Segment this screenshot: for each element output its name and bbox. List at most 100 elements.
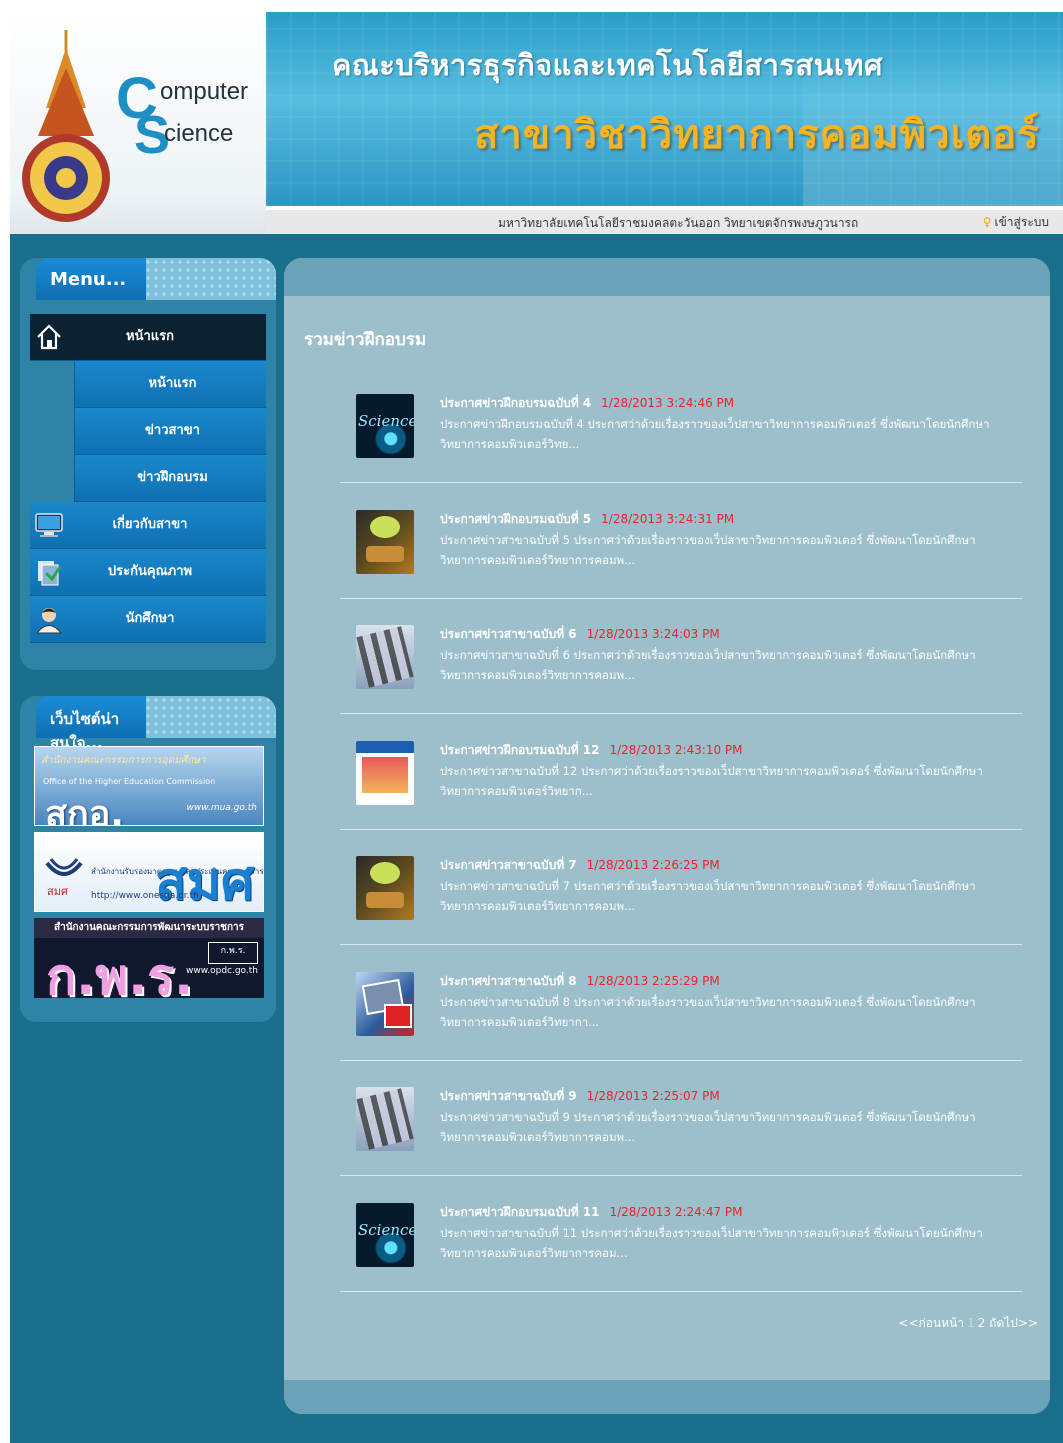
news-title-link[interactable]: ประกาศข่าวสาขาฉบับที่ 8 (440, 974, 577, 988)
news-description: ประกาศข่าวสาขาฉบับที่ 7 ประกาศว่าด้วยเรื… (440, 879, 976, 913)
svg-text:สมศ: สมศ (47, 885, 68, 898)
news-item: ประกาศข่าวสาขาฉบับที่ 7 1/28/2013 2:26:25… (340, 830, 1022, 945)
logo-text-computer: omputer (160, 78, 249, 105)
menu-header-pattern (136, 258, 276, 300)
menu-item-label: ประกันคุณภาพ (107, 564, 193, 579)
links-header-pattern (136, 696, 276, 738)
document-icon (38, 561, 62, 586)
submenu-item-department-news[interactable]: ข่าวสาขา (74, 408, 266, 455)
login-label: เข้าสู่ระบบ (994, 215, 1050, 229)
page-frame: C omputer S cience คณะบริหารธุรกิจและเทค… (10, 12, 1063, 1443)
menu-item-label: หน้าแรก (126, 329, 174, 344)
news-thumbnail[interactable] (356, 509, 414, 574)
news-date: 1/28/2013 2:26:25 PM (586, 858, 720, 872)
news-item: Science ประกาศข่าวฝึกอบรมฉบับที่ 4 1/28/20… (340, 368, 1022, 483)
opdc-title: สำนักงานคณะกรรมการพัฒนาระบบราชการ (34, 918, 264, 938)
news-title-row: ประกาศข่าวสาขาฉบับที่ 6 1/28/2013 3:24:03… (440, 625, 720, 644)
news-item: ประกาศข่าวสาขาฉบับที่ 6 1/28/2013 3:24:03… (340, 599, 1022, 714)
news-item: ประกาศข่าวฝึกอบรมฉบับที่ 12 1/28/2013 2:4… (340, 715, 1022, 830)
news-date: 1/28/2013 2:25:29 PM (586, 973, 720, 988)
menu-item-quality-assurance[interactable]: ประกันคุณภาพ (30, 549, 266, 596)
onesqa-banner-link[interactable]: สมศ สำนักงานรับรองมาตรฐานและประเมินคุณภา… (34, 832, 264, 912)
news-description: ประกาศข่าวฝึกอบรมฉบับที่ 4 ประกาศว่าด้วย… (440, 417, 990, 451)
home-icon (37, 324, 61, 350)
news-item: ประกาศข่าวสาขาฉบับที่ 8 1/28/2013 2:25:29… (340, 946, 1022, 1061)
news-item: ประกาศข่าวฝึกอบรมฉบับที่ 5 1/28/2013 3:24… (340, 484, 1022, 599)
news-title-link[interactable]: ประกาศข่าวฝึกอบรมฉบับที่ 5 (440, 512, 591, 526)
monitor-icon (35, 513, 63, 537)
main-content: รวมข่าวฝึกอบรม Science ประกาศข่าวฝึกอบรมฉ… (284, 258, 1050, 1414)
menu-list: หน้าแรก หน้าแรก ข่าวสาขา ข่าวฝึกอบรม เกี… (30, 314, 266, 643)
news-thumbnail[interactable] (356, 740, 414, 805)
onesqa-url: http://www.onesqa.or.th (91, 891, 199, 901)
site-header: C omputer S cience คณะบริหารธุรกิจและเทค… (10, 12, 1063, 234)
news-title-link[interactable]: ประกาศข่าวสาขาฉบับที่ 6 (440, 627, 577, 641)
news-date: 1/28/2013 3:24:31 PM (601, 511, 735, 526)
news-description: ประกาศข่าวสาขาฉบับที่ 9 ประกาศว่าด้วยเรื… (440, 1110, 976, 1144)
news-date: 1/28/2013 3:24:03 PM (586, 627, 720, 641)
menu-item-label: ข่าวสาขา (145, 423, 200, 438)
opdc-badge: ก.พ.ร. (208, 942, 258, 964)
info-bar: มหาวิทยาลัยเทคโนโลยีราชมงคลตะวันออก วิทย… (266, 210, 1063, 234)
news-title-link[interactable]: ประกาศข่าวฝึกอบรมฉบับที่ 12 (440, 743, 599, 757)
login-link[interactable]: ♀ เข้าสู่ระบบ (983, 213, 1049, 232)
news-description: ประกาศข่าวสาขาฉบับที่ 11 ประกาศว่าด้วยเร… (440, 1225, 983, 1260)
news-date: 1/28/2013 2:43:10 PM (609, 742, 743, 757)
ohec-title: สำนักงานคณะกรรมการการอุดมศึกษา (41, 755, 206, 766)
content-top-bar (284, 258, 1050, 296)
news-title-row: ประกาศข่าวฝึกอบรมฉบับที่ 5 1/28/2013 3:24… (440, 510, 734, 529)
logo-text-science: cience (164, 120, 234, 147)
onesqa-logo: สมศ (45, 858, 83, 898)
news-thumbnail[interactable] (356, 625, 414, 689)
thumbnail-text: Science (358, 1220, 414, 1239)
ohec-banner-link[interactable]: สำนักงานคณะกรรมการการอุดมศึกษา Office of… (34, 746, 264, 826)
section-title: รวมข่าวฝึกอบรม (304, 330, 427, 350)
pagination: <<ก่อนหน้า 1 2 ถัดไป>> (898, 1314, 1038, 1333)
menu-item-about[interactable]: เกี่ยวกับสาขา (30, 502, 266, 549)
news-title-row: ประกาศข่าวสาขาฉบับที่ 9 1/28/2013 2:25:07… (440, 1087, 720, 1106)
news-thumbnail[interactable]: Science (356, 394, 414, 458)
prev-page-link[interactable]: <<ก่อนหน้า (898, 1316, 964, 1330)
links-header: เว็บไซต์น่าสนใจ... (36, 696, 146, 752)
current-page: 1 (967, 1316, 975, 1330)
menu-item-home[interactable]: หน้าแรก (30, 314, 266, 361)
onesqa-abbrev: สมศ (155, 852, 255, 912)
submenu-item-home[interactable]: หน้าแรก (74, 361, 266, 408)
opdc-banner-link[interactable]: สำนักงานคณะกรรมการพัฒนาระบบราชการ ก.พ.ร.… (34, 918, 264, 998)
news-description: ประกาศข่าวสาขาฉบับที่ 5 ประกาศว่าด้วยเรื… (440, 532, 976, 567)
news-title-link[interactable]: ประกาศข่าวสาขาฉบับที่ 9 (440, 1089, 577, 1103)
banner-faculty-title: คณะบริหารธุรกิจและเทคโนโลยีสารสนเทศ (332, 48, 883, 82)
news-thumbnail[interactable]: Science (356, 1202, 414, 1267)
opdc-abbrev: ก.พ.ร. (46, 948, 194, 998)
menu-item-label: เกี่ยวกับสาขา (112, 517, 188, 532)
key-icon: ♀ (982, 215, 992, 229)
news-title-row: ประกาศข่าวฝึกอบรมฉบับที่ 11 1/28/2013 2:2… (440, 1203, 743, 1222)
news-title-row: ประกาศข่าวฝึกอบรมฉบับที่ 12 1/28/2013 2:4… (440, 741, 743, 760)
header-banner: คณะบริหารธุรกิจและเทคโนโลยีสารสนเทศ สาขา… (266, 12, 1063, 206)
logo-area: C omputer S cience (10, 12, 266, 234)
page-2-link[interactable]: 2 (978, 1316, 986, 1330)
news-description: ประกาศข่าวสาขาฉบับที่ 12 ประกาศว่าด้วยเร… (440, 763, 983, 798)
news-title-row: ประกาศข่าวสาขาฉบับที่ 7 1/28/2013 2:26:25… (440, 856, 720, 875)
news-title-row: ประกาศข่าวสาขาฉบับที่ 8 1/28/2013 2:25:29… (440, 972, 720, 991)
menu-item-label: นักศึกษา (125, 611, 175, 626)
submenu-item-training-news[interactable]: ข่าวฝึกอบรม (74, 455, 266, 502)
news-thumbnail[interactable] (356, 971, 414, 1036)
next-page-link[interactable]: ถัดไป>> (989, 1316, 1038, 1330)
news-date: 1/28/2013 2:24:47 PM (609, 1204, 743, 1219)
news-thumbnail[interactable] (356, 1087, 414, 1151)
submenu-indent (30, 361, 74, 502)
news-date: 1/28/2013 3:24:46 PM (601, 396, 735, 410)
interesting-websites-panel: เว็บไซต์น่าสนใจ... สำนักงานคณะกรรมการการ… (20, 696, 276, 1022)
menu-item-students[interactable]: นักศึกษา (30, 596, 266, 643)
university-seal-logo (22, 30, 110, 222)
news-thumbnail[interactable] (356, 856, 414, 920)
news-title-link[interactable]: ประกาศข่าวฝึกอบรมฉบับที่ 11 (440, 1205, 599, 1219)
news-item: ประกาศข่าวสาขาฉบับที่ 9 1/28/2013 2:25:07… (340, 1061, 1022, 1176)
thumbnail-text: Science (358, 412, 414, 430)
opdc-url: www.opdc.go.th (185, 966, 258, 976)
news-title-link[interactable]: ประกาศข่าวฝึกอบรมฉบับที่ 4 (440, 396, 591, 410)
menu-panel: Menu... หน้าแรก หน้าแรก ข่าวสาขา ข่าวฝึก… (20, 258, 276, 670)
news-title-link[interactable]: ประกาศข่าวสาขาฉบับที่ 7 (440, 858, 577, 872)
ohec-abbrev: สกอ. (45, 794, 125, 826)
